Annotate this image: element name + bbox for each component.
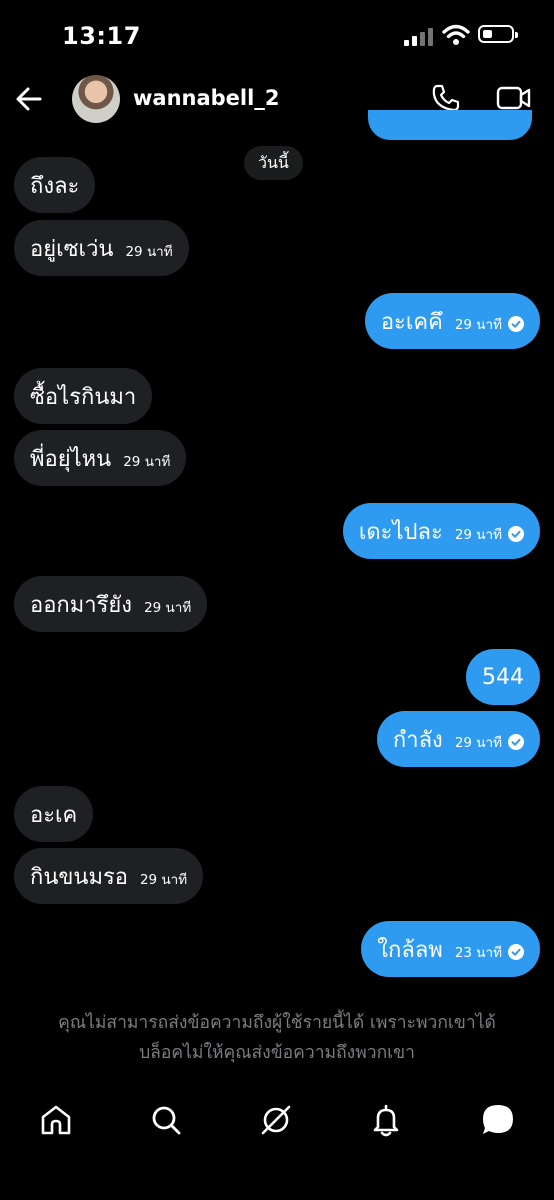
message-timestamp: 29 นาที (454, 527, 502, 543)
message-timestamp: 29 นาที (454, 735, 502, 751)
seen-check-icon (508, 944, 524, 960)
message-text: อะเค (30, 802, 78, 828)
message-text: เดะไปละ (358, 519, 443, 545)
message-timestamp: 29 นาที (144, 600, 192, 616)
incoming-message-bubble[interactable]: พี่อยุ่ไหน 29 นาที (14, 430, 187, 486)
incoming-message-bubble[interactable]: ซื้อไรกินมา (14, 368, 153, 424)
message-timestamp: 29 นาที (123, 454, 171, 470)
message-text: อะเคคึ (380, 309, 443, 335)
message-text: 544 (482, 664, 524, 690)
home-icon[interactable] (38, 1102, 74, 1138)
message-timestamp: 29 นาที (125, 244, 173, 260)
incoming-message-bubble[interactable]: อยู่เซเว่น 29 นาที (14, 220, 189, 276)
outgoing-message-bubble[interactable]: อะเคคึ 29 นาที (364, 293, 540, 349)
messages-icon[interactable] (480, 1102, 516, 1138)
avatar[interactable] (72, 75, 120, 123)
message-text: ใกล้ลพ (377, 937, 443, 963)
previous-message-bubble (368, 110, 532, 140)
status-time: 13:17 (62, 22, 141, 50)
incoming-message-bubble[interactable]: กินขนมรอ 29 นาที (14, 848, 204, 904)
search-icon[interactable] (148, 1102, 184, 1138)
message-text: กำลัง (392, 727, 443, 753)
day-label: วันนี้ (244, 146, 303, 180)
message-timestamp: 29 นาที (454, 317, 502, 333)
incoming-message-bubble[interactable]: ออกมารึยัง 29 นาที (14, 576, 208, 632)
message-text: อยู่เซเว่น (30, 236, 114, 262)
message-text: กินขนมรอ (30, 864, 128, 890)
message-text: พี่อยุ่ไหน (30, 446, 112, 472)
explore-icon[interactable] (258, 1102, 294, 1138)
battery-icon (478, 25, 518, 43)
video-camera-icon[interactable] (496, 84, 532, 112)
message-text: ออกมารึยัง (30, 592, 133, 618)
blocked-notice-line-2: บล็อคไม่ให้คุณส่งข้อความถึงพวกเขา (139, 1043, 415, 1063)
outgoing-message-bubble[interactable]: เดะไปละ 29 นาที (342, 503, 540, 559)
seen-check-icon (508, 526, 524, 542)
cellular-signal-icon (404, 28, 434, 46)
message-text: ถึงละ (30, 173, 80, 199)
bottom-nav (0, 1090, 554, 1150)
status-bar: 13:17 (0, 0, 554, 70)
blocked-notice: คุณไม่สามารถส่งข้อความถึงผู้ใช้รายนี้ได้… (0, 1008, 554, 1068)
incoming-message-bubble[interactable]: อะเค (14, 786, 94, 842)
back-arrow-icon[interactable] (14, 84, 44, 114)
outgoing-message-bubble[interactable]: ใกล้ลพ 23 นาที (361, 921, 540, 977)
notifications-bell-icon[interactable] (368, 1102, 404, 1138)
outgoing-message-bubble[interactable]: 544 (466, 649, 540, 705)
message-timestamp: 23 นาที (454, 945, 502, 961)
wifi-icon (442, 24, 470, 45)
chat-username[interactable]: wannabell_2 (133, 86, 279, 110)
message-text: ซื้อไรกินมา (30, 384, 137, 410)
seen-check-icon (508, 316, 524, 332)
incoming-message-bubble[interactable]: ถึงละ (14, 157, 96, 213)
seen-check-icon (508, 734, 524, 750)
blocked-notice-line-1: คุณไม่สามารถส่งข้อความถึงผู้ใช้รายนี้ได้… (58, 1013, 496, 1033)
outgoing-message-bubble[interactable]: กำลัง 29 นาที (376, 711, 540, 767)
message-timestamp: 29 นาที (139, 872, 188, 888)
